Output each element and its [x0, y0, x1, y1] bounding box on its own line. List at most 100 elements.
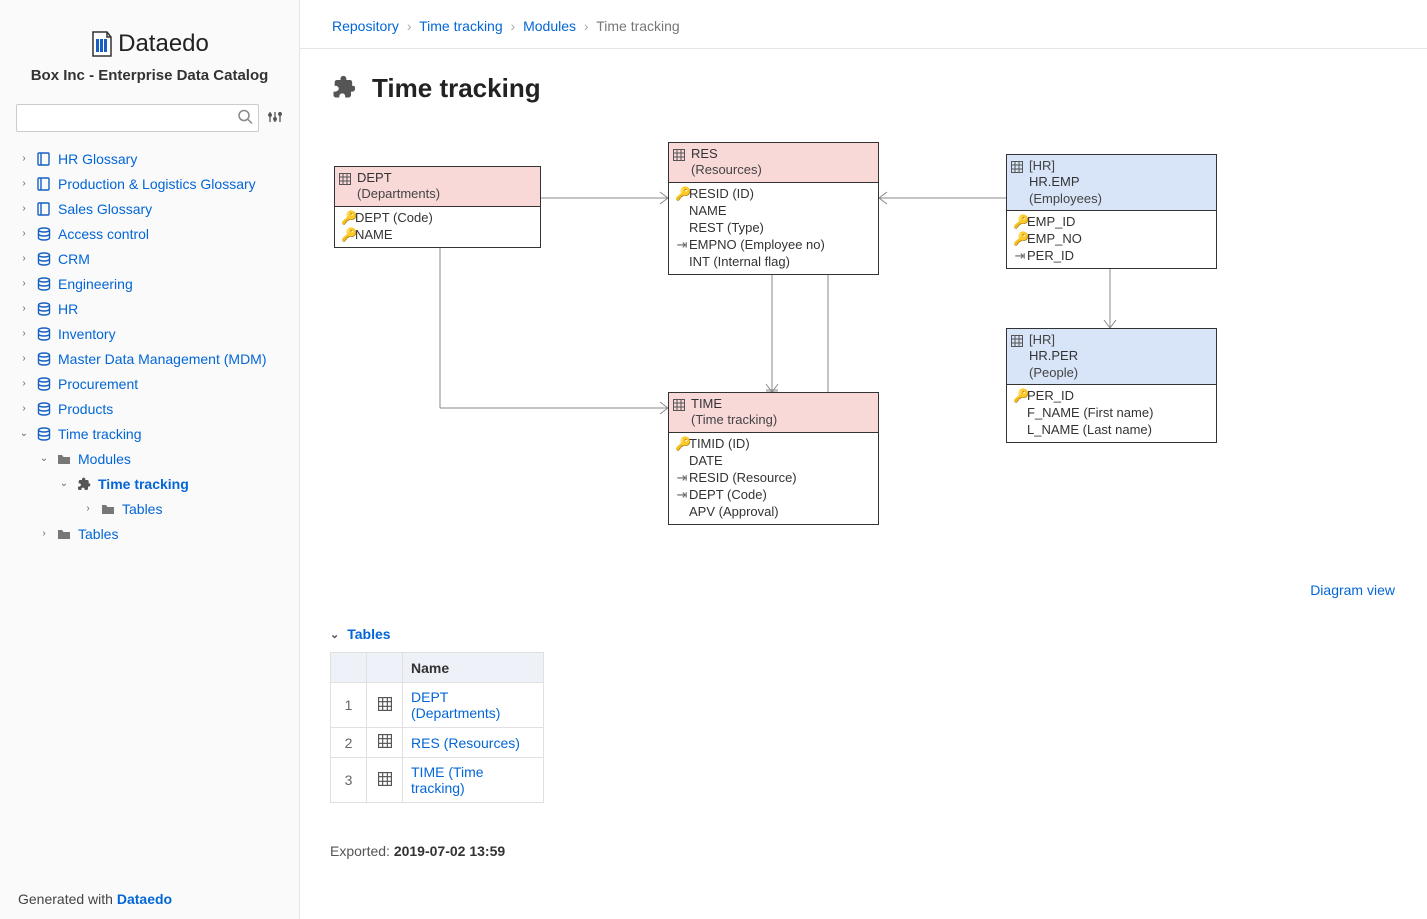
crumb-repository[interactable]: Repository: [332, 18, 399, 34]
sidebar-item[interactable]: › Products: [4, 396, 295, 421]
sidebar-item[interactable]: › HR: [4, 296, 295, 321]
sidebar-item[interactable]: ›HR Glossary: [4, 146, 295, 171]
uk-key-icon: 🔑: [1013, 230, 1027, 247]
table-row[interactable]: 2RES (Resources): [331, 728, 544, 758]
brand-subtitle: Box Inc - Enterprise Data Catalog: [10, 67, 289, 84]
expand-icon[interactable]: ›: [18, 203, 30, 214]
pk-key-icon: 🔑: [675, 185, 689, 202]
search-input[interactable]: [16, 104, 259, 132]
db-icon: [36, 301, 52, 317]
pk-key-icon: 🔑: [1013, 387, 1027, 404]
expand-icon[interactable]: ›: [18, 153, 30, 164]
table-icon: [367, 683, 403, 728]
sidebar-item-module-time-tracking[interactable]: ⌄Time tracking: [4, 471, 295, 496]
table-link[interactable]: TIME (Time tracking): [411, 764, 484, 796]
entity-column: 🔑EMP_ID: [1013, 213, 1210, 230]
entity-column: F_NAME (First name): [1013, 404, 1210, 421]
table-link[interactable]: RES (Resources): [411, 735, 520, 751]
sidebar-item-label: Time tracking: [58, 426, 142, 442]
table-icon: [1011, 335, 1023, 347]
sidebar-item-label: HR: [58, 301, 78, 317]
sidebar-item-module-tables[interactable]: ›Tables: [4, 496, 295, 521]
diagram-view-link-row: Diagram view: [330, 582, 1397, 598]
brand-logo[interactable]: Dataedo: [90, 30, 209, 58]
entity-time[interactable]: TIME (Time tracking) 🔑TIMID (ID)DATE⇥RES…: [668, 392, 879, 525]
expand-icon[interactable]: ›: [18, 278, 30, 289]
sidebar-item-label: Master Data Management (MDM): [58, 351, 267, 367]
sidebar-item[interactable]: ›Inventory: [4, 321, 295, 346]
entity-column: 🔑DEPT (Code): [341, 209, 534, 226]
expand-icon[interactable]: ›: [18, 178, 30, 189]
table-icon: [673, 149, 685, 161]
book-icon: [36, 176, 52, 192]
sidebar-item[interactable]: ›Access control: [4, 221, 295, 246]
footer-brand-link[interactable]: Dataedo: [117, 891, 172, 907]
expand-icon[interactable]: ›: [18, 328, 30, 339]
entity-column: APV (Approval): [675, 503, 872, 520]
expand-icon[interactable]: ⌄: [18, 428, 30, 439]
table-row[interactable]: 3TIME (Time tracking): [331, 758, 544, 803]
expand-icon[interactable]: ›: [82, 503, 94, 514]
page-title: Time tracking: [372, 73, 541, 104]
crumb-modules[interactable]: Modules: [523, 18, 576, 34]
table-link[interactable]: DEPT (Departments): [411, 689, 500, 721]
module-icon: [330, 73, 358, 104]
entity-column: 🔑PER_ID: [1013, 387, 1210, 404]
sidebar-item-label: Engineering: [58, 276, 133, 292]
fk-icon: ⇥: [675, 469, 689, 486]
expand-icon[interactable]: ›: [18, 228, 30, 239]
entity-hr-emp[interactable]: [HR] HR.EMP (Employees) 🔑EMP_ID🔑EMP_NO⇥P…: [1006, 154, 1217, 269]
chevron-down-icon: ⌄: [330, 628, 339, 641]
table-icon: [673, 399, 685, 411]
search-box: [16, 104, 259, 132]
diagram-view-link[interactable]: Diagram view: [1310, 582, 1395, 598]
db-icon: [36, 426, 52, 442]
db-icon: [36, 251, 52, 267]
folder-icon: [56, 451, 72, 467]
db-icon: [36, 226, 52, 242]
sidebar-item[interactable]: ›CRM: [4, 246, 295, 271]
expand-icon[interactable]: ›: [18, 353, 30, 364]
entity-res[interactable]: RES (Resources) 🔑RESID (ID)NAMEREST (Typ…: [668, 142, 879, 275]
sidebar-item[interactable]: ›Production & Logistics Glossary: [4, 171, 295, 196]
filter-icon[interactable]: [267, 109, 283, 128]
entity-column: 🔑NAME: [341, 226, 534, 243]
table-row[interactable]: 1DEPT (Departments): [331, 683, 544, 728]
pk-key-icon: 🔑: [675, 435, 689, 452]
search-icon[interactable]: [237, 109, 253, 128]
fk-icon: ⇥: [1013, 247, 1027, 264]
sidebar-item-modules[interactable]: ⌄Modules: [4, 446, 295, 471]
entity-dept[interactable]: DEPT (Departments) 🔑DEPT (Code)🔑NAME: [334, 166, 541, 248]
entity-hr-per[interactable]: [HR] HR.PER (People) 🔑PER_IDF_NAME (Firs…: [1006, 328, 1217, 443]
expand-icon[interactable]: ›: [38, 528, 50, 539]
sidebar-item-label: Procurement: [58, 376, 138, 392]
sidebar-item-label: Products: [58, 401, 113, 417]
exported-line: Exported: 2019-07-02 13:59: [330, 843, 1397, 859]
crumb-time-tracking[interactable]: Time tracking: [419, 18, 503, 34]
sidebar-item[interactable]: › Master Data Management (MDM): [4, 346, 295, 371]
nav-tree: ›HR Glossary›Production & Logistics Glos…: [0, 140, 299, 919]
db-icon: [36, 326, 52, 342]
tables-list: Name 1DEPT (Departments)2RES (Resources)…: [330, 652, 544, 803]
entity-column: ⇥EMPNO (Employee no): [675, 236, 872, 253]
sidebar-item[interactable]: ›Sales Glossary: [4, 196, 295, 221]
db-icon: [36, 276, 52, 292]
col-name-header: Name: [403, 653, 544, 683]
expand-icon[interactable]: ›: [18, 253, 30, 264]
expand-icon[interactable]: ⌄: [38, 453, 50, 464]
expand-icon[interactable]: ›: [18, 303, 30, 314]
sidebar-item[interactable]: ⌄ Time tracking: [4, 421, 295, 446]
page-title-row: Time tracking: [330, 73, 1397, 104]
table-icon: [339, 173, 351, 185]
entity-column: INT (Internal flag): [675, 253, 872, 270]
sidebar-item[interactable]: › Engineering: [4, 271, 295, 296]
expand-icon[interactable]: ›: [18, 403, 30, 414]
pk-key-icon: 🔑: [341, 209, 355, 226]
sidebar-item-tables[interactable]: ›Tables: [4, 521, 295, 546]
sidebar-item[interactable]: › Procurement: [4, 371, 295, 396]
expand-icon[interactable]: ⌄: [58, 478, 70, 489]
er-diagram: DEPT (Departments) 🔑DEPT (Code)🔑NAME RES…: [330, 138, 1397, 578]
tables-section-toggle[interactable]: ⌄ Tables: [330, 626, 1397, 642]
entity-column: NAME: [675, 202, 872, 219]
expand-icon[interactable]: ›: [18, 378, 30, 389]
